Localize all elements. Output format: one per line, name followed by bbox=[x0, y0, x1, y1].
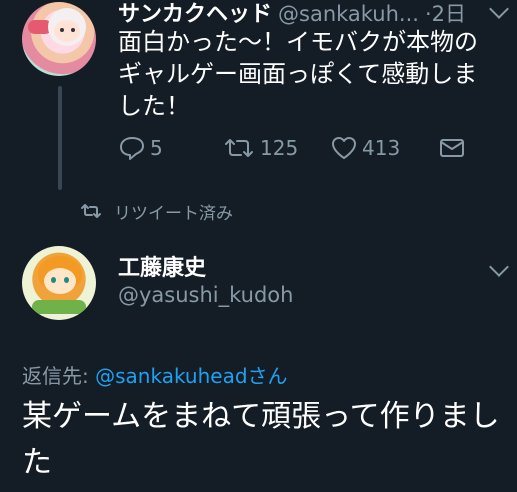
reply-count: 5 bbox=[150, 136, 163, 160]
avatar-sankakuhead[interactable] bbox=[22, 2, 96, 76]
direct-message-button[interactable] bbox=[438, 132, 466, 164]
like-icon bbox=[332, 137, 356, 159]
retweeted-marker: リツイート済み bbox=[80, 198, 233, 224]
retweet-button[interactable]: 125 bbox=[222, 132, 298, 164]
tweet1-actions: 5 125 413 bbox=[118, 132, 478, 164]
tweet1-timestamp[interactable]: 2日 bbox=[432, 2, 466, 26]
message-icon bbox=[440, 139, 464, 157]
tweet-thread: サンカクヘッド @sankakuh... ·2日 面白かった〜！イモバクが本物のギャ… bbox=[0, 0, 517, 492]
reply-button[interactable]: 5 bbox=[118, 132, 163, 164]
thread-line bbox=[58, 86, 62, 190]
retweet-icon bbox=[225, 139, 253, 157]
tweet1-author-name[interactable]: サンカクヘッド bbox=[118, 2, 272, 27]
like-button[interactable]: 413 bbox=[330, 132, 400, 164]
reply-to-suffix: さん bbox=[247, 364, 288, 388]
tweet1-header: サンカクヘッド @sankakuh... ·2日 bbox=[118, 0, 517, 27]
tweet1-author-handle[interactable]: @sankakuh... bbox=[278, 2, 419, 26]
chevron-down-icon[interactable] bbox=[489, 257, 509, 277]
reply-to-line: 返信先: @sankakuheadさん bbox=[22, 360, 288, 389]
retweeted-label: リツイート済み bbox=[114, 203, 233, 224]
reply-to-mention[interactable]: @sankakuhead bbox=[95, 364, 247, 388]
tweet2-text: 某ゲームをまねて頑張って作りました bbox=[22, 399, 500, 480]
tweet1-dot: · bbox=[424, 2, 432, 26]
like-count: 413 bbox=[362, 136, 401, 160]
tweet2-author-name[interactable]: 工藤康史 bbox=[118, 250, 206, 282]
tweet2-author-handle[interactable]: @yasushi_kudoh bbox=[118, 283, 293, 307]
retweet-icon bbox=[81, 204, 101, 218]
reply-to-prefix: 返信先: bbox=[22, 364, 96, 388]
reply-icon bbox=[120, 137, 144, 160]
avatar-yasushi-kudoh[interactable] bbox=[22, 246, 96, 320]
retweet-count: 125 bbox=[260, 136, 299, 160]
tweet1-text: 面白かった〜！イモバクが本物のギャルゲー画面っぽくて感動しました！ bbox=[118, 28, 478, 120]
